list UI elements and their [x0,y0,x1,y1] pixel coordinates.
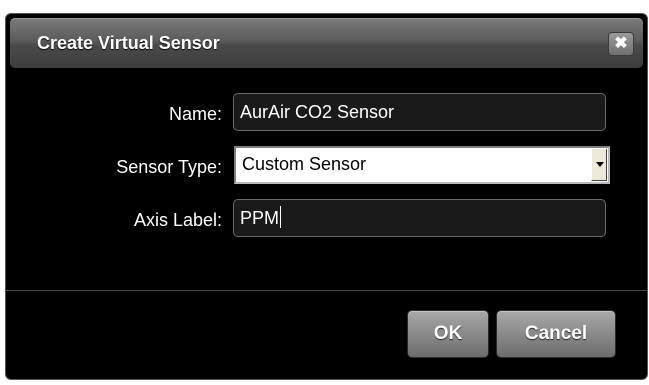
name-field-value: AurAir CO2 Sensor [240,102,395,122]
dialog-titlebar[interactable]: Create Virtual Sensor ✖ [10,18,643,68]
footer-divider [6,290,647,291]
name-field[interactable]: AurAir CO2 Sensor [233,93,606,131]
sensor-type-selected: Custom Sensor [242,154,367,174]
create-virtual-sensor-dialog: Create Virtual Sensor ✖ Name: AurAir CO2… [5,13,648,380]
text-caret [280,206,282,228]
dialog-title: Create Virtual Sensor [37,33,220,53]
ok-button[interactable]: OK [407,310,489,358]
name-label: Name: [168,104,222,124]
sensor-type-select[interactable]: Custom Sensor [234,146,610,184]
chevron-down-icon[interactable] [591,149,607,181]
sensor-type-label: Sensor Type: [116,157,222,177]
close-button[interactable]: ✖ [608,32,634,56]
axis-label-field[interactable]: PPM [233,199,606,237]
axis-label-label: Axis Label: [133,210,222,230]
axis-label-field-value: PPM [240,208,280,228]
close-icon: ✖ [614,35,628,52]
cancel-button[interactable]: Cancel [496,310,616,358]
